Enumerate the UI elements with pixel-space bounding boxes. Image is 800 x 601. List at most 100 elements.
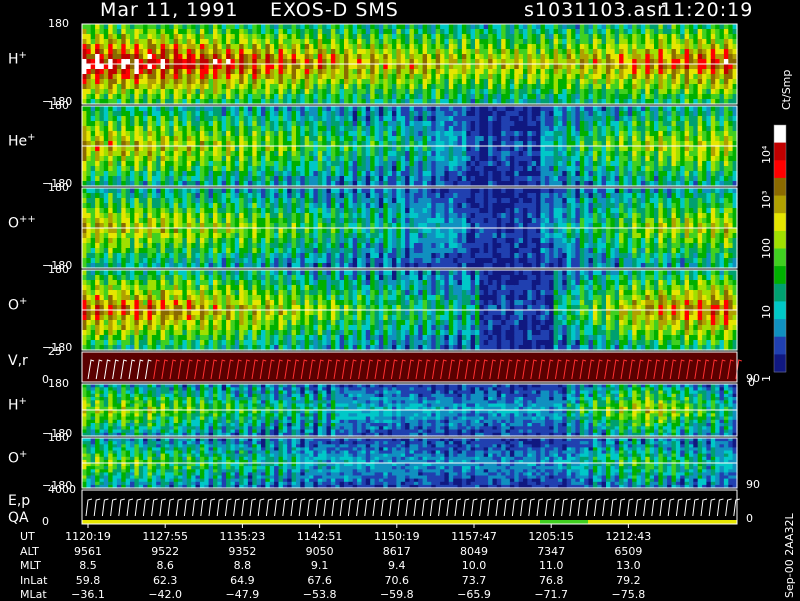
- heat-cell: [689, 146, 694, 152]
- heat-cell: [244, 171, 249, 177]
- heat-cell: [436, 151, 441, 157]
- heat-cell: [698, 126, 703, 132]
- heat-cell: [527, 166, 532, 172]
- heat-cell: [423, 151, 428, 157]
- heat-cell: [475, 151, 480, 157]
- heat-cell: [261, 29, 266, 35]
- heat-cell: [322, 156, 327, 162]
- heat-cell: [82, 161, 87, 167]
- heat-cell: [348, 64, 353, 70]
- heat-cell: [593, 146, 598, 152]
- heat-cell: [506, 64, 511, 70]
- heat-cell: [575, 84, 580, 90]
- heat-cell: [667, 156, 672, 162]
- heat-cell: [545, 111, 550, 117]
- heat-cell: [602, 49, 607, 55]
- heat-cell: [431, 116, 436, 122]
- heat-cell: [619, 161, 624, 167]
- heat-cell: [231, 121, 236, 127]
- heat-cell: [519, 116, 524, 122]
- heat-cell: [619, 106, 624, 112]
- heat-cell: [728, 24, 733, 30]
- heat-cell: [134, 34, 139, 40]
- heat-cell: [580, 126, 585, 132]
- heat-cell: [663, 49, 668, 55]
- heat-cell: [279, 74, 284, 80]
- heat-cell: [370, 89, 375, 95]
- heat-cell: [514, 64, 519, 70]
- heat-cell: [602, 24, 607, 30]
- heat-cell: [283, 111, 288, 117]
- heat-cell: [632, 69, 637, 75]
- heat-cell: [396, 176, 401, 182]
- heat-cell: [196, 94, 201, 100]
- heat-cell: [134, 156, 139, 162]
- heat-cell: [680, 69, 685, 75]
- heat-cell: [650, 156, 655, 162]
- heat-cell: [113, 233, 118, 239]
- heat-cell: [121, 121, 126, 127]
- heat-cell: [217, 171, 222, 177]
- heat-cell: [231, 54, 236, 60]
- heat-cell: [624, 136, 629, 142]
- heat-cell: [584, 116, 589, 122]
- heat-cell: [466, 116, 471, 122]
- heat-cell: [148, 94, 153, 100]
- heat-cell: [156, 34, 161, 40]
- heat-cell: [628, 44, 633, 50]
- heat-cell: [265, 29, 270, 35]
- heat-cell: [663, 161, 668, 167]
- heat-cell: [706, 151, 711, 157]
- heat-cell: [388, 121, 393, 127]
- heat-cell: [571, 161, 576, 167]
- heat-cell: [632, 54, 637, 60]
- heat-cell: [637, 24, 642, 30]
- heat-cell: [244, 24, 249, 30]
- heat-cell: [672, 146, 677, 152]
- heat-cell: [458, 39, 463, 45]
- heat-cell: [222, 171, 227, 177]
- heat-cell: [680, 79, 685, 85]
- heat-cell: [126, 111, 131, 117]
- heat-cell: [165, 94, 170, 100]
- heat-cell: [287, 69, 292, 75]
- heat-cell: [637, 69, 642, 75]
- heat-cell: [191, 146, 196, 152]
- heat-cell: [396, 111, 401, 117]
- heat-cell: [226, 44, 231, 50]
- heat-cell: [305, 39, 310, 45]
- heat-cell: [475, 39, 480, 45]
- heat-cell: [584, 64, 589, 70]
- heat-cell: [545, 84, 550, 90]
- heat-cell: [637, 54, 642, 60]
- heat-cell: [632, 121, 637, 127]
- heat-cell: [405, 126, 410, 132]
- heat-cell: [213, 116, 218, 122]
- heat-cell: [431, 79, 436, 85]
- heat-cell: [313, 69, 318, 75]
- heat-cell: [274, 166, 279, 172]
- heat-cell: [667, 24, 672, 30]
- heat-cell: [296, 116, 301, 122]
- heat-cell: [191, 49, 196, 55]
- heat-cell: [541, 161, 546, 167]
- heat-cell: [418, 156, 423, 162]
- heat-cell: [353, 176, 358, 182]
- heat-cell: [283, 106, 288, 112]
- heat-cell: [479, 176, 484, 182]
- heat-cell: [292, 84, 297, 90]
- heat-cell: [126, 203, 131, 209]
- heat-cell: [121, 171, 126, 177]
- heat-cell: [637, 94, 642, 100]
- heat-cell: [418, 176, 423, 182]
- heat-cell: [672, 131, 677, 137]
- heat-cell: [711, 176, 716, 182]
- heat-cell: [283, 131, 288, 137]
- heat-cell: [353, 116, 358, 122]
- heat-cell: [353, 171, 358, 177]
- heat-cell: [436, 34, 441, 40]
- heat-cell: [274, 54, 279, 60]
- heat-cell: [436, 79, 441, 85]
- heat-cell: [357, 89, 362, 95]
- heat-cell: [606, 24, 611, 30]
